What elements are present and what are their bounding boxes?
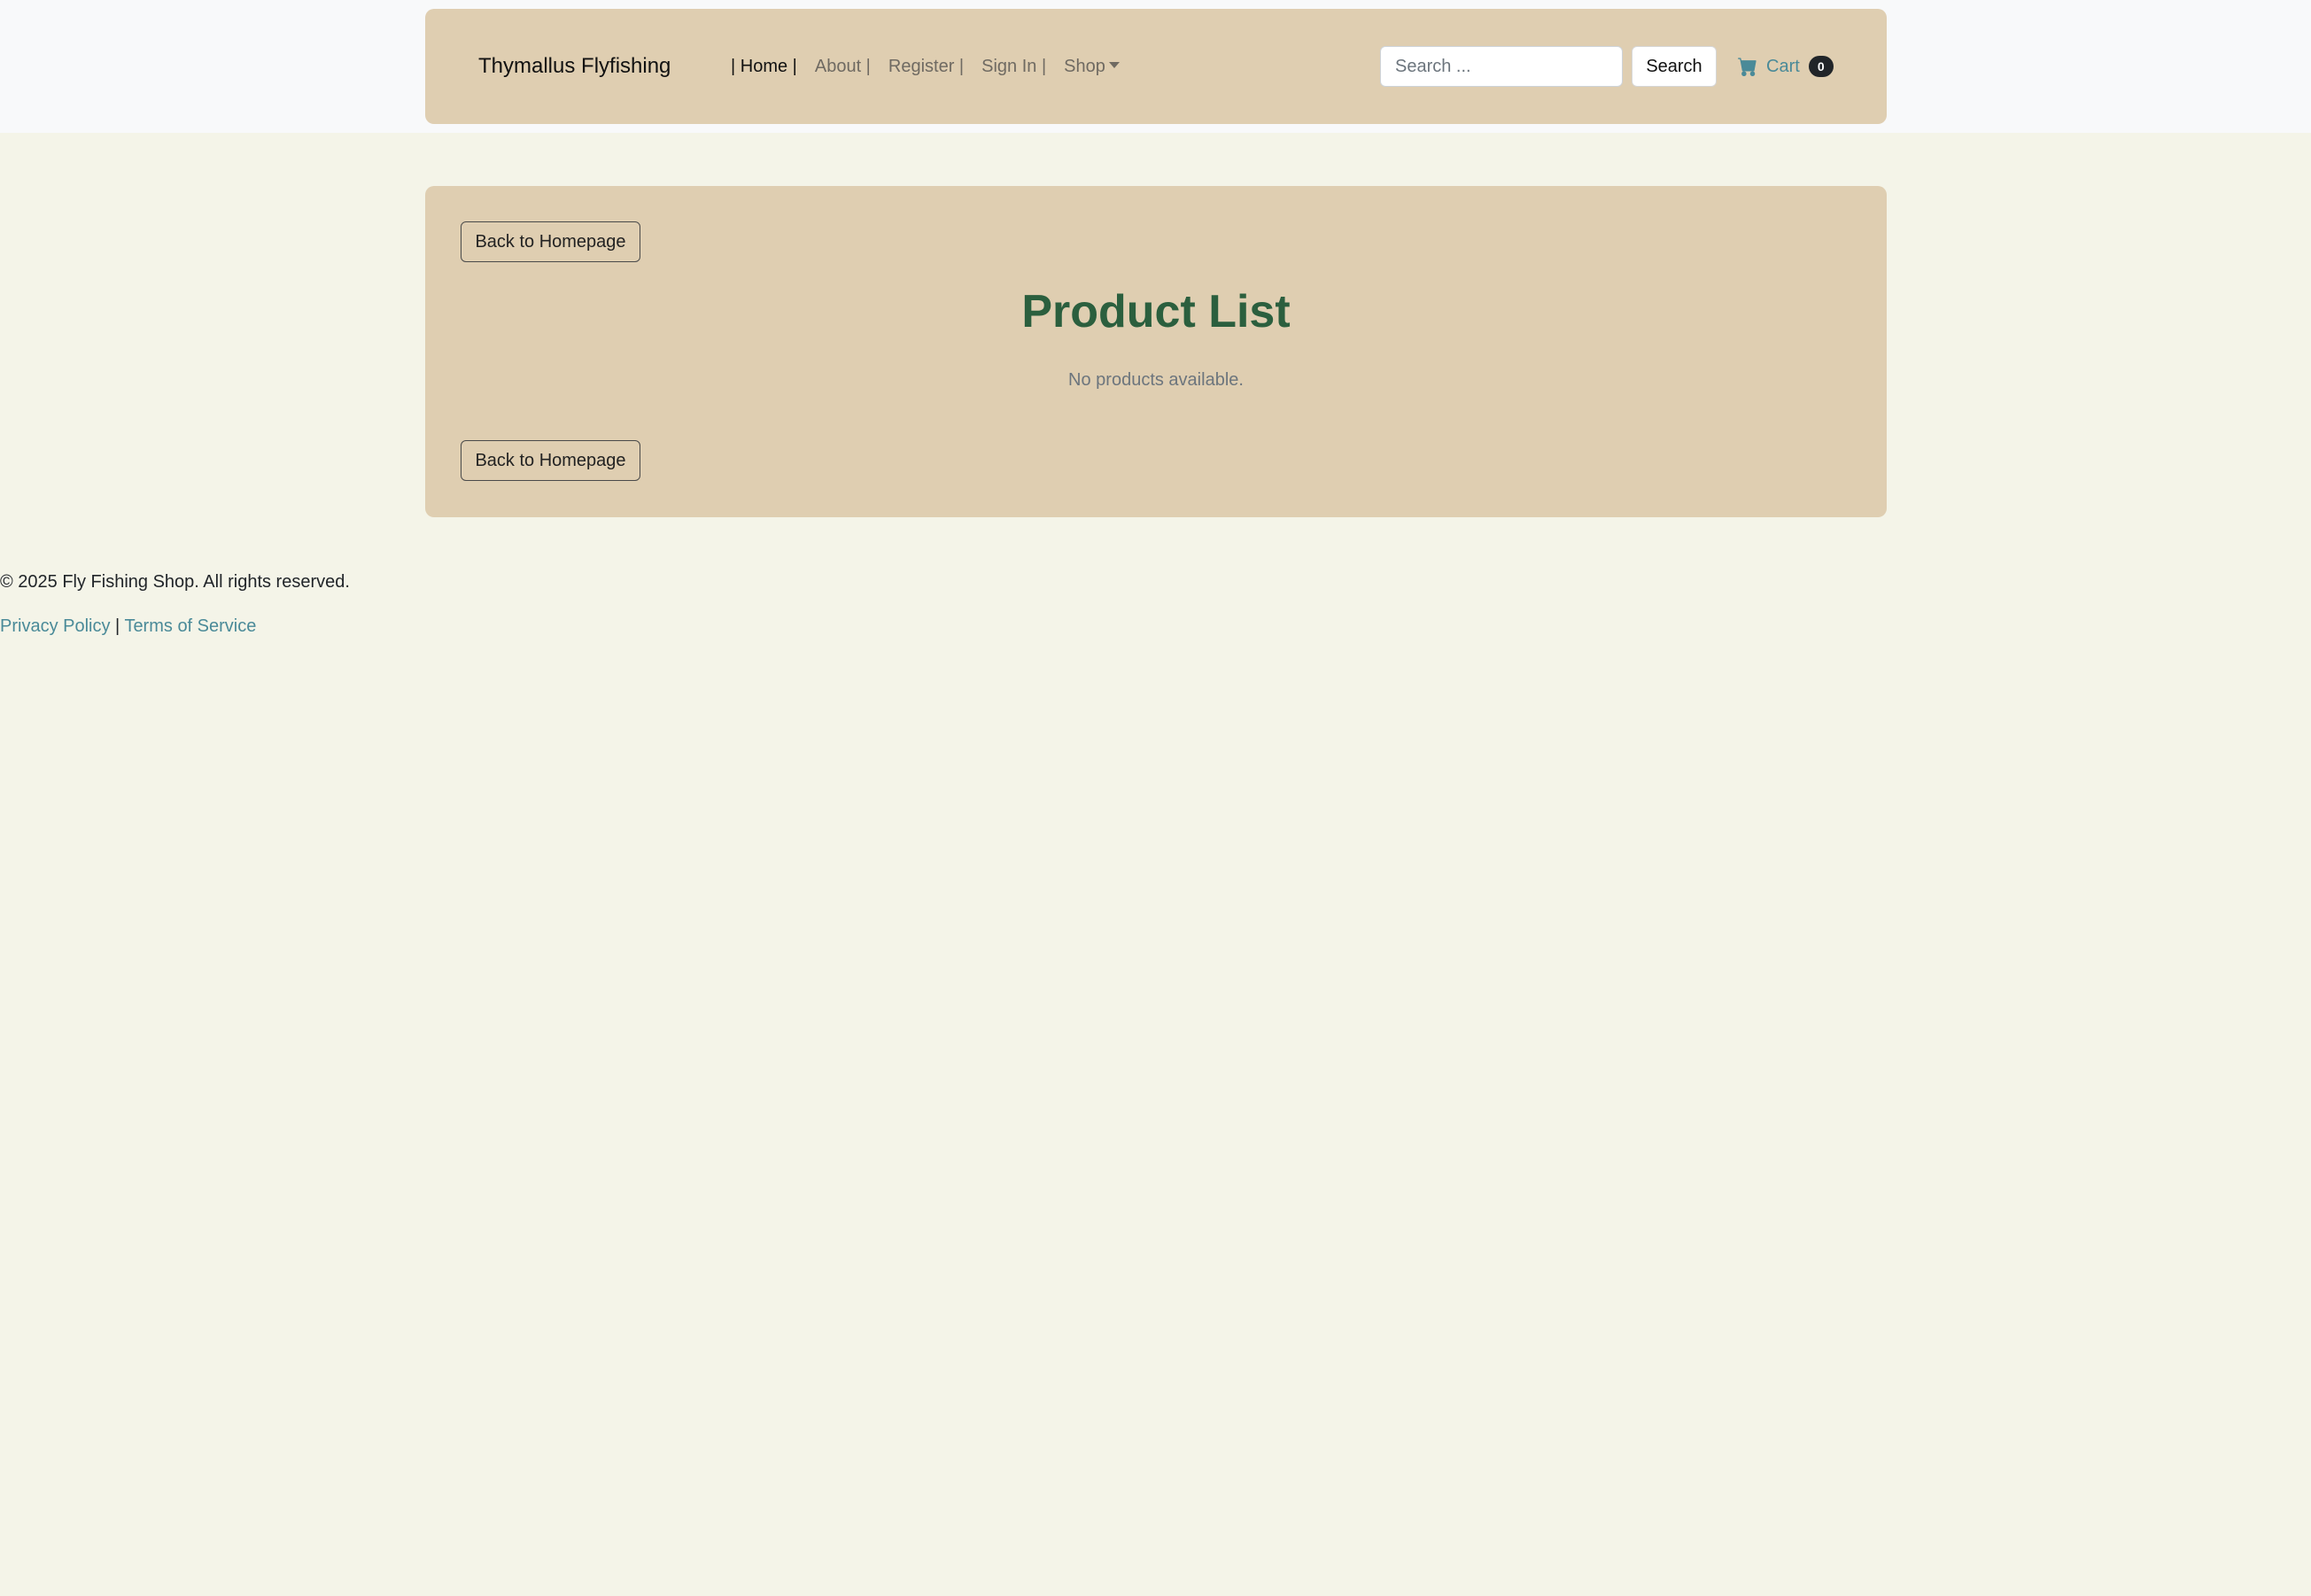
footer-separator: |: [110, 616, 125, 636]
back-to-homepage-button-top[interactable]: Back to Homepage: [461, 221, 640, 262]
footer-links: Privacy Policy | Terms of Service: [0, 616, 256, 637]
cart-link[interactable]: Cart 0: [1738, 46, 1834, 87]
nav-shop-dropdown[interactable]: Shop: [1064, 57, 1120, 77]
product-list-card: Back to Homepage Product List No product…: [425, 186, 1887, 517]
top-bar: Thymallus Flyfishing | Home | About | Re…: [0, 0, 2311, 133]
nav-register-link[interactable]: Register |: [888, 57, 964, 77]
chevron-down-icon: [1108, 62, 1120, 69]
navbar: Thymallus Flyfishing | Home | About | Re…: [425, 9, 1887, 124]
brand-link[interactable]: Thymallus Flyfishing: [478, 9, 671, 124]
privacy-policy-link[interactable]: Privacy Policy: [0, 616, 110, 636]
search-button[interactable]: Search: [1632, 46, 1717, 87]
nav-sign-in-link[interactable]: Sign In |: [981, 57, 1046, 77]
search-input[interactable]: [1380, 46, 1623, 87]
nav-about-link[interactable]: About |: [815, 57, 871, 77]
nav-links: | Home | About | Register | Sign In | Sh…: [731, 9, 1137, 124]
cart-icon: [1738, 58, 1757, 76]
back-to-homepage-button-bottom[interactable]: Back to Homepage: [461, 440, 640, 481]
cart-count-badge: 0: [1808, 56, 1834, 77]
page-title: Product List: [1021, 286, 1291, 337]
empty-state-message: No products available.: [1068, 370, 1244, 390]
nav-home-link[interactable]: | Home |: [731, 57, 797, 77]
nav-shop-label: Shop: [1064, 56, 1105, 76]
cart-label: Cart: [1766, 56, 1800, 76]
terms-of-service-link[interactable]: Terms of Service: [124, 616, 256, 636]
footer-copyright: © 2025 Fly Fishing Shop. All rights rese…: [0, 572, 350, 592]
